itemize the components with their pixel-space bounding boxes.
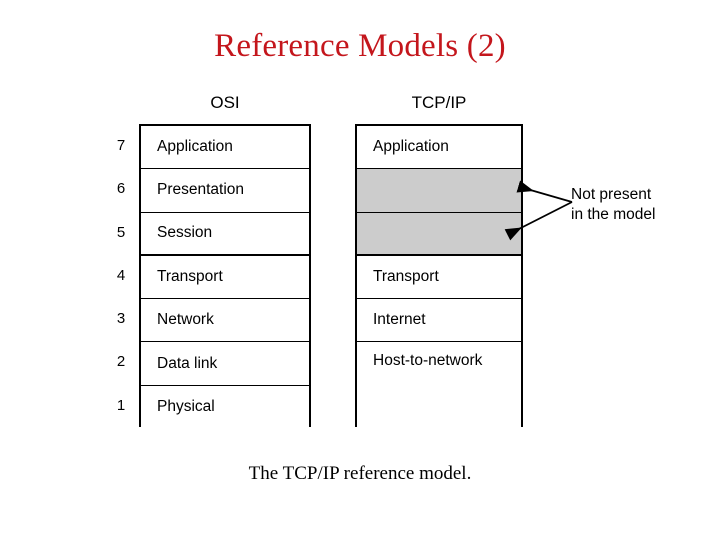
osi-layer-network: Network bbox=[141, 299, 309, 343]
osi-layer-number: 5 bbox=[116, 223, 126, 241]
tcpip-layer-application: Application bbox=[357, 126, 521, 170]
annotation-line-2: in the model bbox=[571, 206, 656, 223]
osi-layer-number: 3 bbox=[116, 310, 126, 328]
arrow-to-lower-empty-layer bbox=[504, 201, 573, 241]
figure-caption: The TCP/IP reference model. bbox=[248, 463, 472, 484]
osi-layer-number: 4 bbox=[116, 266, 126, 284]
slide-canvas: Reference Models (2) OSI TCP/IP 7 6 5 4 … bbox=[0, 0, 720, 540]
osi-layer-number-column: 7 6 5 4 3 2 1 bbox=[108, 124, 134, 427]
tcpip-layer-empty-lower bbox=[357, 212, 521, 256]
tcpip-column-header: TCP/IP bbox=[411, 93, 467, 112]
osi-layer-stack: Application Presentation Session Transpo… bbox=[139, 124, 311, 430]
osi-layer-application: Application bbox=[141, 126, 309, 170]
osi-layer-number: 7 bbox=[116, 137, 126, 154]
osi-layer-presentation: Presentation bbox=[141, 169, 309, 213]
annotation-line-1: Not present bbox=[571, 186, 652, 203]
page-title: Reference Models (2) bbox=[214, 28, 506, 64]
osi-layer-number: 1 bbox=[116, 396, 126, 414]
tcpip-layer-empty-upper bbox=[357, 169, 521, 213]
osi-layer-transport: Transport bbox=[141, 255, 309, 300]
osi-layer-physical: Physical bbox=[141, 385, 309, 430]
annotation-label: Not present in the model bbox=[571, 185, 711, 225]
tcpip-layer-stack: Application Transport Internet Host-to-n… bbox=[355, 124, 523, 430]
osi-column-header: OSI bbox=[210, 93, 240, 112]
osi-layer-data-link: Data link bbox=[141, 342, 309, 386]
tcpip-layer-internet: Internet bbox=[357, 299, 521, 343]
osi-layer-number: 2 bbox=[116, 353, 126, 371]
arrow-to-upper-empty-layer bbox=[516, 180, 573, 203]
tcpip-layer-transport: Transport bbox=[357, 255, 521, 300]
osi-layer-session: Session bbox=[141, 212, 309, 256]
osi-layer-number: 6 bbox=[116, 180, 126, 198]
tcpip-layer-host-to-network: Host-to-network bbox=[357, 342, 521, 430]
